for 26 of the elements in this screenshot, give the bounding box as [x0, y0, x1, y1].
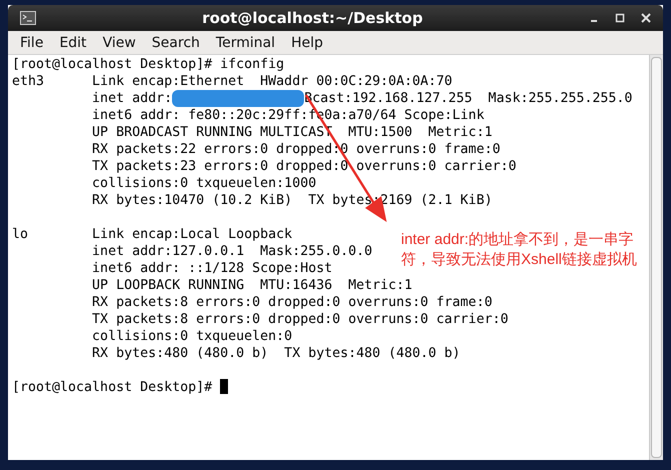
terminal-line: TX packets:8 errors:0 dropped:0 overruns:0 carrier:0: [91, 312, 508, 327]
annotation-text: inter addr:的地址拿不到，是一串字符，导致无法使用Xshell链接虚拟机: [401, 230, 638, 270]
terminal-line: [root@localhost Desktop]# ifconfig: [12, 57, 284, 72]
prompt-text: [root@localhost Desktop]#: [12, 380, 214, 395]
terminal-line: eth3 Link encap:Ethernet HWaddr 00:0C:29:0A:0A:70: [12, 74, 452, 89]
menu-item[interactable]: Help: [283, 30, 331, 54]
terminal-text: inet addr:: [91, 91, 172, 106]
terminal-line: lo Link encap:Local Loopback: [12, 227, 292, 242]
menu-item[interactable]: Edit: [51, 30, 95, 54]
menu-item[interactable]: Search: [144, 30, 208, 54]
terminal-line: collisions:0 txqueuelen:1000: [91, 176, 316, 191]
terminal-icon: [20, 11, 36, 25]
terminal-line: inet6 addr: ::1/128 Scope:Host: [91, 261, 332, 276]
terminal-line: RX bytes:480 (480.0 b) TX bytes:480 (480.0 b): [91, 346, 460, 361]
terminal-line: UP LOOPBACK RUNNING MTU:16436 Metric:1: [91, 278, 412, 293]
terminal-line: RX packets:8 errors:0 dropped:0 overruns:0 frame:0: [91, 295, 492, 310]
maximize-icon[interactable]: [615, 13, 625, 23]
menu-item[interactable]: View: [94, 30, 144, 54]
terminal-line: inet addr:127.0.0.1 Mask:255.0.0.0: [91, 244, 372, 259]
menu-item[interactable]: Terminal: [208, 30, 284, 54]
terminal-line: TX packets:23 errors:0 dropped:0 overruns:0 carrier:0: [91, 159, 516, 174]
menu-item[interactable]: File: [12, 30, 52, 54]
close-icon[interactable]: [641, 13, 651, 23]
scrollbar[interactable]: [649, 55, 663, 460]
window-title: root@localhost:~/Desktop: [202, 9, 423, 27]
terminal-line: collisions:0 txqueuelen:0: [91, 329, 292, 344]
